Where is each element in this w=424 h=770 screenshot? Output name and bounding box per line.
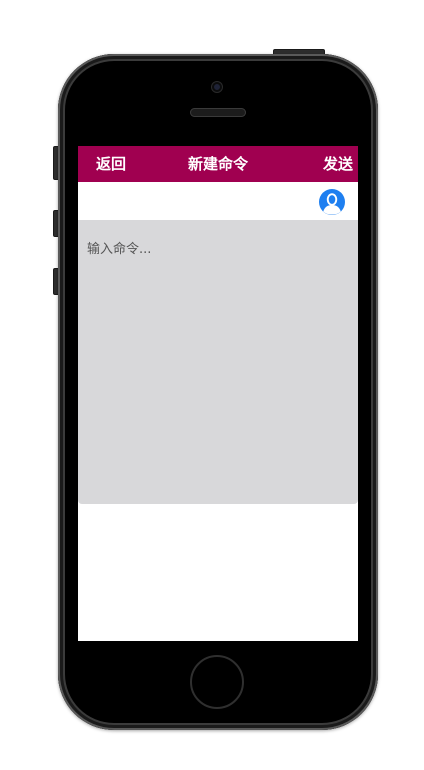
stage: 新建命令 返回 发送 — [0, 0, 424, 770]
user-icon[interactable] — [319, 189, 345, 215]
phone-screen: 新建命令 返回 发送 — [78, 146, 358, 641]
back-button[interactable]: 返回 — [96, 146, 126, 182]
home-button — [190, 655, 244, 709]
front-camera — [212, 82, 222, 92]
recipient-row — [78, 182, 358, 220]
send-button[interactable]: 发送 — [323, 146, 353, 182]
command-input-area — [78, 220, 358, 504]
earpiece-speaker — [190, 108, 246, 117]
navigation-bar: 新建命令 返回 发送 — [78, 146, 358, 182]
command-input[interactable] — [78, 220, 358, 504]
